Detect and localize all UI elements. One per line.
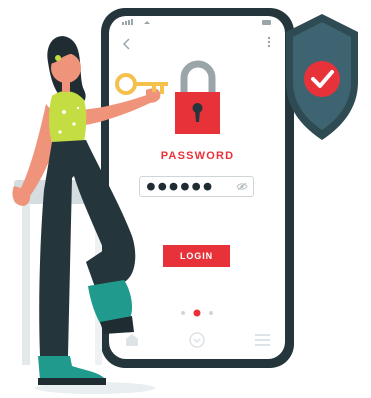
carousel-dot[interactable] bbox=[209, 311, 213, 315]
password-field[interactable]: ●●●●●● bbox=[139, 176, 254, 197]
kebab-menu-icon[interactable] bbox=[267, 36, 271, 48]
hamburger-menu-icon[interactable] bbox=[255, 334, 270, 346]
eye-icon[interactable] bbox=[236, 182, 248, 191]
shirt bbox=[49, 91, 87, 144]
shield-check-icon bbox=[286, 14, 358, 140]
password-heading: PASSWORD bbox=[160, 150, 235, 162]
neck bbox=[62, 80, 70, 92]
password-mask-text: ●●●●●● bbox=[147, 179, 215, 194]
shoe-back bbox=[38, 356, 104, 380]
shoe-back-sole bbox=[38, 378, 106, 385]
illustration-scene bbox=[12, 8, 358, 394]
carousel-dot-active[interactable] bbox=[193, 309, 201, 317]
login-button[interactable]: LOGIN bbox=[163, 245, 230, 267]
hair-clip bbox=[55, 55, 61, 61]
stool-leg bbox=[22, 185, 30, 365]
carousel-dot[interactable] bbox=[181, 311, 185, 315]
